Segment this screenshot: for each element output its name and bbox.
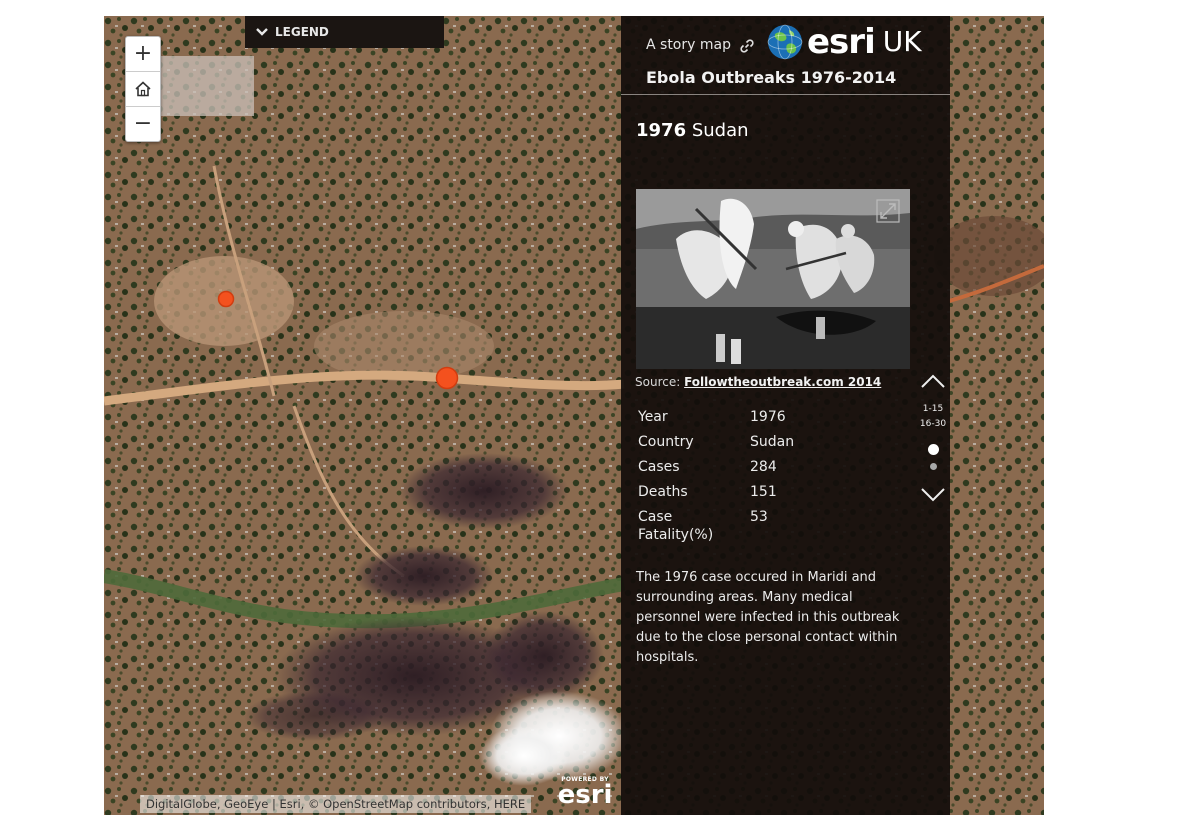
story-map-tagline: A story map: [646, 37, 731, 53]
attribute-row: Deaths 151: [638, 483, 878, 501]
legend-label: LEGEND: [275, 25, 329, 39]
globe-icon: [767, 24, 803, 60]
home-button[interactable]: [126, 72, 160, 107]
outbreak-description: The 1976 case occured in Maridi and surr…: [636, 570, 900, 665]
attribute-key: Cases: [638, 459, 680, 475]
attribute-key: Deaths: [638, 484, 688, 500]
zoom-out-button[interactable]: −: [126, 107, 160, 141]
attribute-value: 53: [750, 509, 768, 525]
zoom-controls: + −: [125, 36, 161, 142]
attribute-key: Year: [638, 409, 668, 425]
photo-source: Source: Followtheoutbreak.com 2014: [635, 375, 881, 389]
entry-navigation: 1-15 16-30: [917, 372, 949, 504]
attribute-row: Cases 284: [638, 458, 878, 476]
attribute-value: 1976: [750, 409, 786, 425]
esri-wordmark: esri: [807, 22, 876, 62]
photo-source-link[interactable]: Followtheoutbreak.com 2014: [684, 375, 881, 389]
section-title: 1976 Sudan: [636, 120, 749, 141]
region-label: UK: [882, 25, 922, 58]
page-dot-active[interactable]: [927, 444, 939, 455]
attribute-key: Country: [638, 434, 694, 450]
attribute-key: Case Fatality(%): [638, 509, 714, 543]
home-icon: [135, 81, 151, 97]
outbreak-marker-selected[interactable]: [435, 366, 459, 390]
legend-toggle[interactable]: LEGEND: [245, 16, 444, 48]
link-icon[interactable]: [739, 38, 755, 54]
attribute-row: Country Sudan: [638, 433, 878, 451]
powered-by-esri-word: esri: [557, 780, 613, 810]
outbreak-marker[interactable]: [217, 290, 235, 308]
esri-uk-logo[interactable]: esri UK: [767, 24, 922, 60]
expand-icon[interactable]: [876, 199, 900, 223]
section-country: Sudan: [691, 120, 749, 141]
chevron-down-icon: [256, 28, 268, 36]
attribute-value: 151: [750, 484, 777, 500]
map-attribution: DigitalGlobe, GeoEye | Esri, © OpenStree…: [140, 795, 532, 813]
photo-source-label: Source:: [635, 375, 681, 389]
chevron-up-icon[interactable]: [919, 372, 947, 390]
range-link-1-15[interactable]: 1-15: [917, 402, 949, 417]
page-dot[interactable]: [929, 463, 937, 470]
attribute-table: Year 1976 Country Sudan Cases 284 Deaths…: [638, 408, 878, 551]
attribute-row: Year 1976: [638, 408, 878, 426]
chevron-down-icon[interactable]: [919, 486, 947, 504]
app-title: Ebola Outbreaks 1976-2014: [646, 68, 897, 87]
medical-workers-photo: [636, 189, 910, 369]
panel-header: A story map esri UK Ebola Outbreaks 1976…: [621, 16, 950, 95]
range-link-16-30[interactable]: 16-30: [917, 417, 949, 432]
powered-by-esri-logo[interactable]: POWERED BY esri: [556, 776, 614, 810]
zoom-in-button[interactable]: +: [126, 37, 160, 72]
section-year: 1976: [636, 120, 687, 141]
story-panel: A story map esri UK Ebola Outbreaks 1976…: [621, 16, 950, 815]
outbreak-photo[interactable]: [636, 189, 910, 369]
attribute-value: Sudan: [750, 434, 795, 450]
attribute-value: 284: [750, 459, 777, 475]
attribute-row: Case Fatality(%) 53: [638, 508, 878, 544]
